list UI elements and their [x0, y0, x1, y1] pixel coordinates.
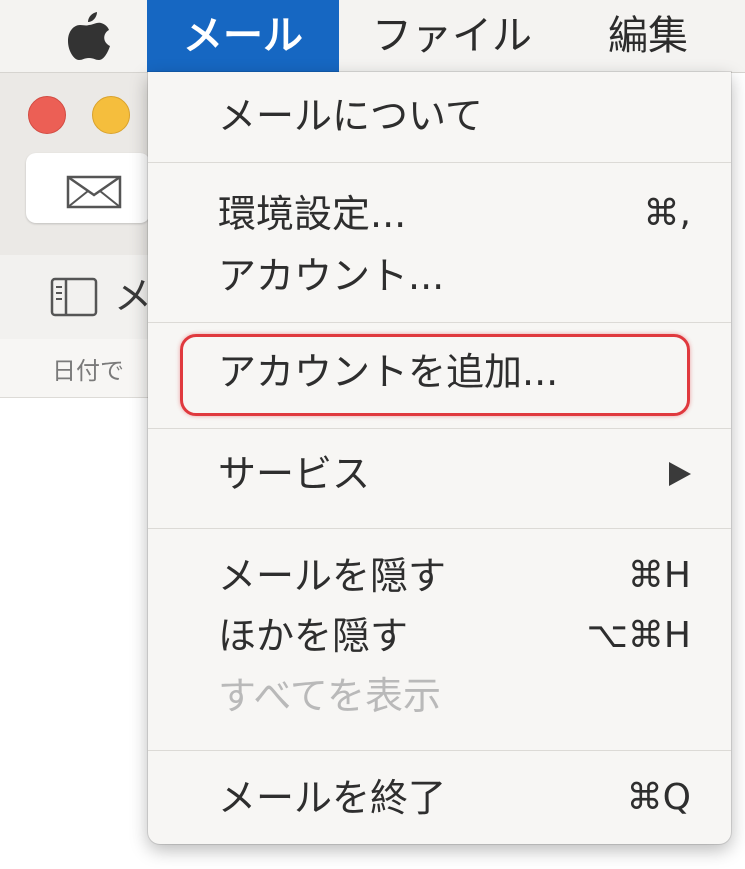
apple-logo-icon[interactable] [66, 10, 112, 62]
sort-bar: 日付で [0, 339, 150, 398]
mail-menu-dropdown: メールについて 環境設定... ⌘, アカウント... アカウントを追加... … [148, 72, 731, 844]
menu-item-label: サービス [218, 452, 371, 496]
menu-item-shortcut: ⌘H [627, 555, 691, 596]
menu-item-shortcut: ⌥⌘H [586, 615, 691, 656]
menu-item-label: メールについて [218, 94, 483, 138]
mailboxes-button-label[interactable]: メ [114, 271, 152, 321]
menu-mail[interactable]: メール [147, 0, 339, 72]
menu-item-about-mail[interactable]: メールについて [218, 88, 691, 144]
menu-separator [148, 162, 731, 163]
menu-file[interactable]: ファイル [372, 0, 532, 72]
menu-bar: メール ファイル 編集 [0, 0, 745, 73]
mailbox-toolbar: メ [0, 255, 152, 340]
close-window-button[interactable] [28, 96, 66, 134]
menu-item-quit-mail[interactable]: メールを終了 ⌘Q [218, 770, 691, 826]
menu-item-label: メールを隠す [218, 554, 447, 598]
submenu-arrow-icon [669, 462, 691, 486]
menu-item-preferences[interactable]: 環境設定... ⌘, [218, 186, 691, 242]
menu-item-accounts[interactable]: アカウント... [218, 248, 691, 304]
menu-item-label: すべてを表示 [218, 674, 442, 718]
menu-item-shortcut: ⌘, [643, 193, 691, 234]
menu-item-label: アカウント... [218, 254, 445, 298]
menu-item-shortcut: ⌘Q [626, 777, 691, 818]
menu-item-label: メールを終了 [218, 776, 447, 820]
sort-label[interactable]: 日付で [52, 351, 124, 386]
menu-edit[interactable]: 編集 [608, 0, 688, 72]
menu-separator [148, 528, 731, 529]
add-account-highlight-outline [180, 334, 690, 416]
screen: メ 日付で メール ファイル 編集 メールについて 環境設定... ⌘, アカウ… [0, 0, 745, 869]
menu-item-services[interactable]: サービス [218, 446, 691, 502]
sidebar-toggle-icon[interactable] [50, 277, 98, 317]
menu-item-hide-others[interactable]: ほかを隠す ⌥⌘H [218, 608, 691, 664]
compose-button[interactable] [26, 153, 150, 223]
envelope-icon [66, 175, 122, 209]
menu-item-show-all: すべてを表示 [218, 668, 691, 724]
window-titlebar [0, 73, 150, 255]
menu-item-hide-mail[interactable]: メールを隠す ⌘H [218, 548, 691, 604]
menu-item-label: ほかを隠す [218, 614, 409, 658]
menu-separator [148, 750, 731, 751]
minimize-window-button[interactable] [92, 96, 130, 134]
menu-separator [148, 428, 731, 429]
menu-separator [148, 322, 731, 323]
menu-item-label: 環境設定... [218, 192, 407, 236]
